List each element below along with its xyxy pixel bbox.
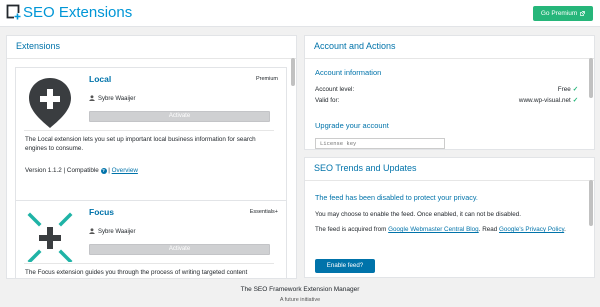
extension-overview-link[interactable]: Overview: [112, 167, 138, 174]
page-title: SEO Extensions: [23, 4, 133, 21]
focus-target-plus-icon: [27, 212, 73, 262]
divider: [24, 130, 274, 131]
account-level-value: Free ✓: [558, 86, 578, 93]
go-premium-label: Go Premium: [540, 10, 578, 17]
extension-version: Version 1.1.2 | Compatible: [25, 167, 99, 174]
extension-card-focus: Focus Essentials+ Sybre Waaijer Activate…: [15, 200, 287, 278]
extension-description: The Local extension lets you set up impo…: [25, 136, 256, 152]
help-question-icon[interactable]: ?: [100, 168, 107, 174]
extensions-panel: Extensions Local Premium Sybre Waaijer A…: [6, 35, 297, 279]
extensions-scrollbar[interactable]: [291, 58, 295, 86]
extension-meta: Version 1.1.2 | Compatible ? | Overview: [25, 167, 138, 174]
enable-feed-explanation: You may choose to enable the feed. Once …: [315, 211, 521, 218]
extension-author: Sybre Waaijer: [89, 228, 135, 235]
external-link-icon: [580, 10, 585, 16]
top-bar: SEO Extensions Go Premium: [0, 0, 600, 27]
feed-source-text: The feed is acquired from Google Webmast…: [315, 225, 580, 234]
activate-button[interactable]: Activate: [89, 244, 270, 255]
activate-button[interactable]: Activate: [89, 111, 270, 122]
divider: [24, 263, 274, 264]
account-panel: Account and Actions Account information …: [304, 35, 595, 150]
account-panel-title: Account and Actions: [314, 41, 396, 51]
seo-framework-logo-icon: [6, 4, 21, 20]
privacy-policy-link[interactable]: Google's Privacy Policy: [499, 226, 564, 233]
trends-panel: SEO Trends and Updates The feed has been…: [304, 157, 595, 278]
extensions-panel-title: Extensions: [16, 41, 61, 51]
user-icon: [89, 228, 95, 234]
go-premium-button[interactable]: Go Premium: [533, 6, 593, 21]
check-icon: ✓: [572, 97, 578, 104]
extension-description: The Focus extension guides you through t…: [25, 269, 248, 276]
feed-source-suffix: .: [564, 226, 566, 233]
license-key-input[interactable]: [315, 138, 445, 149]
extension-name[interactable]: Focus: [89, 207, 114, 217]
divider: [7, 58, 296, 59]
footer-title: The SEO Framework Extension Manager: [240, 286, 360, 293]
valid-for-text: www.wp-visual.net: [518, 97, 571, 104]
trends-panel-title: SEO Trends and Updates: [314, 163, 417, 173]
map-pin-plus-icon: [29, 78, 71, 128]
enable-feed-button[interactable]: Enable feed?: [315, 259, 375, 273]
extension-card-local: Local Premium Sybre Waaijer Activate The…: [15, 67, 287, 217]
extension-tier-badge: Essentials+: [249, 209, 278, 215]
account-level-label: Account level:: [315, 86, 355, 93]
check-icon: ✓: [572, 86, 578, 93]
extension-name[interactable]: Local: [89, 74, 111, 84]
extension-author-name: Sybre Waaijer: [98, 229, 136, 235]
upgrade-heading: Upgrade your account: [315, 121, 389, 130]
valid-for-value: www.wp-visual.net ✓: [519, 97, 578, 104]
extension-author: Sybre Waaijer: [89, 95, 135, 102]
webmaster-blog-link[interactable]: Google Webmaster Central Blog: [388, 226, 479, 233]
footer-subtitle: A future initiative: [279, 297, 321, 303]
extension-tier-badge: Premium: [255, 76, 278, 82]
feed-source-prefix: The feed is acquired from: [315, 226, 387, 233]
divider: [305, 180, 594, 181]
feed-source-mid: . Read: [478, 226, 498, 233]
feed-disabled-notice: The feed has been disabled to protect yo…: [315, 193, 478, 202]
trends-scrollbar[interactable]: [589, 180, 593, 226]
extension-author-name: Sybre Waaijer: [98, 96, 136, 102]
divider: [305, 58, 594, 59]
account-scrollbar[interactable]: [589, 58, 593, 98]
valid-for-label: Valid for:: [315, 97, 340, 104]
account-info-heading: Account information: [315, 68, 382, 77]
account-level-text: Free: [557, 86, 571, 93]
user-icon: [89, 95, 95, 101]
